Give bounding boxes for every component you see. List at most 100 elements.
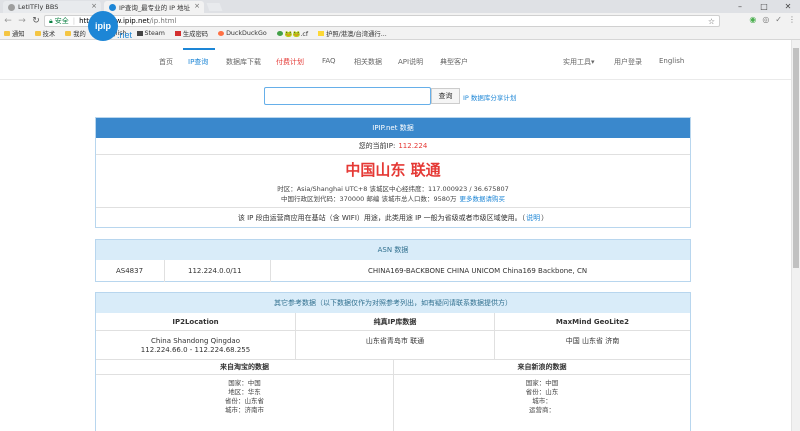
ip-detail-timezone: 时区：Asia/Shanghai UTC+8 该城区中心经纬度：117.0009… — [277, 185, 509, 193]
new-tab-button[interactable] — [206, 3, 223, 11]
list-item: 省份：山东省 — [225, 397, 264, 405]
maxmind-column: MaxMind GeoLite2 中国 山东省 济南 — [494, 313, 690, 359]
column-header: 来自淘宝的数据 — [96, 360, 393, 375]
current-ip-row: 您的当前IP: 112.224 — [96, 138, 690, 155]
reload-icon[interactable]: ↻ — [30, 16, 42, 26]
nav-ip-lookup[interactable]: IP查询 — [188, 57, 208, 67]
reference-sources-row: IP2Location China Shandong Qingdao 112.2… — [96, 313, 690, 359]
tab-letitfly[interactable]: LetITFly BBS × — [3, 1, 101, 13]
forward-icon[interactable]: → — [16, 16, 28, 26]
steam-icon — [136, 31, 143, 36]
list-item: 城市： — [532, 397, 552, 405]
taobao-column: 来自淘宝的数据 国家：中国 地区：华东 省份：山东省 城市：济南市 — [96, 360, 393, 431]
current-ip-label: 您的当前IP: — [358, 142, 396, 150]
database-share-link[interactable]: IP 数据库分享计划 — [463, 92, 516, 102]
frog-icon — [276, 31, 283, 36]
ip-detail-region: 中国行政区划代码：370000 邮编 该城市总人口数：9580万 更多数据请购买 — [281, 195, 506, 203]
scrollbar-thumb[interactable] — [793, 48, 799, 268]
lock-icon: 🔒︎ — [49, 16, 53, 25]
window-controls: – □ ✕ — [728, 0, 800, 13]
minimize-button[interactable]: – — [728, 0, 752, 13]
bookmark-item[interactable]: 生成密码 — [174, 29, 208, 38]
nav-tools-dropdown[interactable]: 实用工具▾ — [563, 57, 595, 67]
browser-tab-strip: LetITFly BBS × IP查询_最专业的 IP 地址 × – □ ✕ — [0, 0, 800, 13]
column-value: 中国 山东省 济南 — [565, 337, 620, 345]
nav-faq[interactable]: FAQ — [322, 57, 336, 65]
ipip-data-panel: IPIP.net 数据 您的当前IP: 112.224 中国山东 联通 时区：A… — [95, 117, 691, 228]
bookmark-item[interactable]: Steam — [136, 30, 165, 37]
bookmark-item[interactable]: 通知 — [4, 29, 25, 38]
asn-prefix: 112.224.0.0/11 — [188, 267, 242, 275]
tab-title: IP查询_最专业的 IP 地址 — [119, 4, 191, 12]
tab-close-icon[interactable]: × — [91, 2, 97, 10]
back-icon[interactable]: ← — [2, 16, 14, 26]
maximize-button[interactable]: □ — [752, 0, 776, 13]
nav-customers[interactable]: 典型客户 — [440, 57, 468, 67]
bookmark-star-icon[interactable]: ☆ — [708, 16, 715, 27]
nav-active-indicator — [183, 48, 215, 50]
nav-login[interactable]: 用户登录 — [614, 57, 642, 67]
column-header: 纯真IP库数据 — [296, 313, 494, 331]
folder-icon — [4, 31, 10, 36]
folder-icon — [65, 31, 72, 36]
asn-data-panel: ASN 数据 AS4837 112.224.0.0/11 CHINA169-BA… — [95, 239, 691, 282]
bookmark-item[interactable]: 护照/港澳/台湾通行... — [318, 29, 387, 38]
column-header: IP2Location — [96, 313, 295, 331]
asn-row: AS4837 112.224.0.0/11 CHINA169-BACKBONE … — [96, 260, 690, 282]
nav-api-docs[interactable]: API说明 — [398, 57, 423, 67]
nav-english[interactable]: English — [659, 57, 684, 65]
panel-title: IPIP.net 数据 — [96, 118, 690, 138]
bookmark-item[interactable]: 技术 — [34, 29, 55, 38]
ip-location-title: 中国山东 联通 — [345, 161, 441, 179]
ip2location-column: IP2Location China Shandong Qingdao 112.2… — [96, 313, 295, 359]
nav-home[interactable]: 首页 — [159, 57, 173, 67]
list-item: 运营商： — [529, 406, 555, 414]
bookmark-item[interactable]: 我的 — [65, 29, 86, 38]
list-item: 地区：华东 — [228, 388, 261, 396]
list-item: 城市：济南市 — [225, 406, 264, 414]
other-data-panel: 其它参考数据（以下数据仅作为对照参考列出，如有疑问请联系数据提供方） IP2Lo… — [95, 292, 691, 431]
panel-title: ASN 数据 — [96, 240, 690, 260]
nav-paid-plan[interactable]: 付费计划 — [276, 57, 304, 67]
folder-icon — [34, 31, 41, 36]
qqwry-column: 纯真IP库数据 山东省青岛市 联通 — [295, 313, 494, 359]
password-icon — [174, 31, 181, 36]
list-item: 国家：中国 — [525, 379, 559, 387]
page-scrollbar[interactable] — [791, 40, 800, 431]
site-logo-suffix: .net — [117, 30, 133, 40]
extension-icon[interactable]: ◉ — [749, 15, 756, 24]
tab-favicon-icon — [109, 3, 116, 11]
address-bar[interactable]: 🔒︎ 安全 | https://www.ipip.net /ip.html ☆ — [44, 15, 720, 27]
column-value: China Shandong Qingdao — [150, 337, 240, 345]
bookmark-item[interactable]: 🐸🐸.cf — [276, 30, 308, 38]
ip-search-input[interactable] — [264, 87, 431, 105]
nav-related-data[interactable]: 相关数据 — [354, 57, 382, 67]
list-item: 国家：中国 — [228, 379, 261, 387]
duckduckgo-icon — [218, 31, 225, 36]
asn-name: CHINA169-BACKBONE CHINA UNICOM China169 … — [368, 267, 588, 275]
bookmark-item[interactable]: DuckDuckGo — [218, 30, 267, 37]
current-ip-value: 112.224 — [398, 142, 428, 150]
document-icon — [318, 31, 325, 36]
search-button[interactable]: 查询 — [431, 88, 460, 104]
column-value: 112.224.66.0 - 112.224.68.255 — [140, 346, 251, 354]
buy-more-data-link[interactable]: 更多数据请购买 — [460, 195, 506, 203]
close-window-button[interactable]: ✕ — [776, 0, 800, 13]
tab-title: LetITFly BBS — [18, 3, 59, 11]
extension-icon[interactable]: ✓ — [775, 15, 782, 24]
list-item: 省份：山东 — [525, 388, 559, 396]
extension-icon[interactable]: ◎ — [762, 15, 769, 24]
asn-number[interactable]: AS4837 — [116, 267, 143, 275]
column-value: 山东省青岛市 联通 — [365, 337, 425, 345]
menu-icon[interactable]: ⋮ — [788, 15, 796, 24]
column-header: MaxMind GeoLite2 — [495, 313, 690, 331]
site-logo[interactable]: ipip — [88, 11, 118, 41]
tab-ipip[interactable]: IP查询_最专业的 IP 地址 × — [104, 1, 204, 13]
browser-toolbar: ← → ↻ 🔒︎ 安全 | https://www.ipip.net /ip.h… — [0, 13, 800, 28]
tab-close-icon[interactable]: × — [194, 2, 200, 10]
external-sources-row: 来自淘宝的数据 国家：中国 地区：华东 省份：山东省 城市：济南市 来自新浪的数… — [96, 359, 690, 431]
secure-label: 安全 — [54, 17, 69, 25]
panel-title: 其它参考数据（以下数据仅作为对照参考列出，如有疑问请联系数据提供方） — [96, 293, 690, 313]
nav-database-download[interactable]: 数据库下载 — [226, 57, 261, 67]
explanation-link[interactable]: 说明 — [526, 213, 540, 223]
